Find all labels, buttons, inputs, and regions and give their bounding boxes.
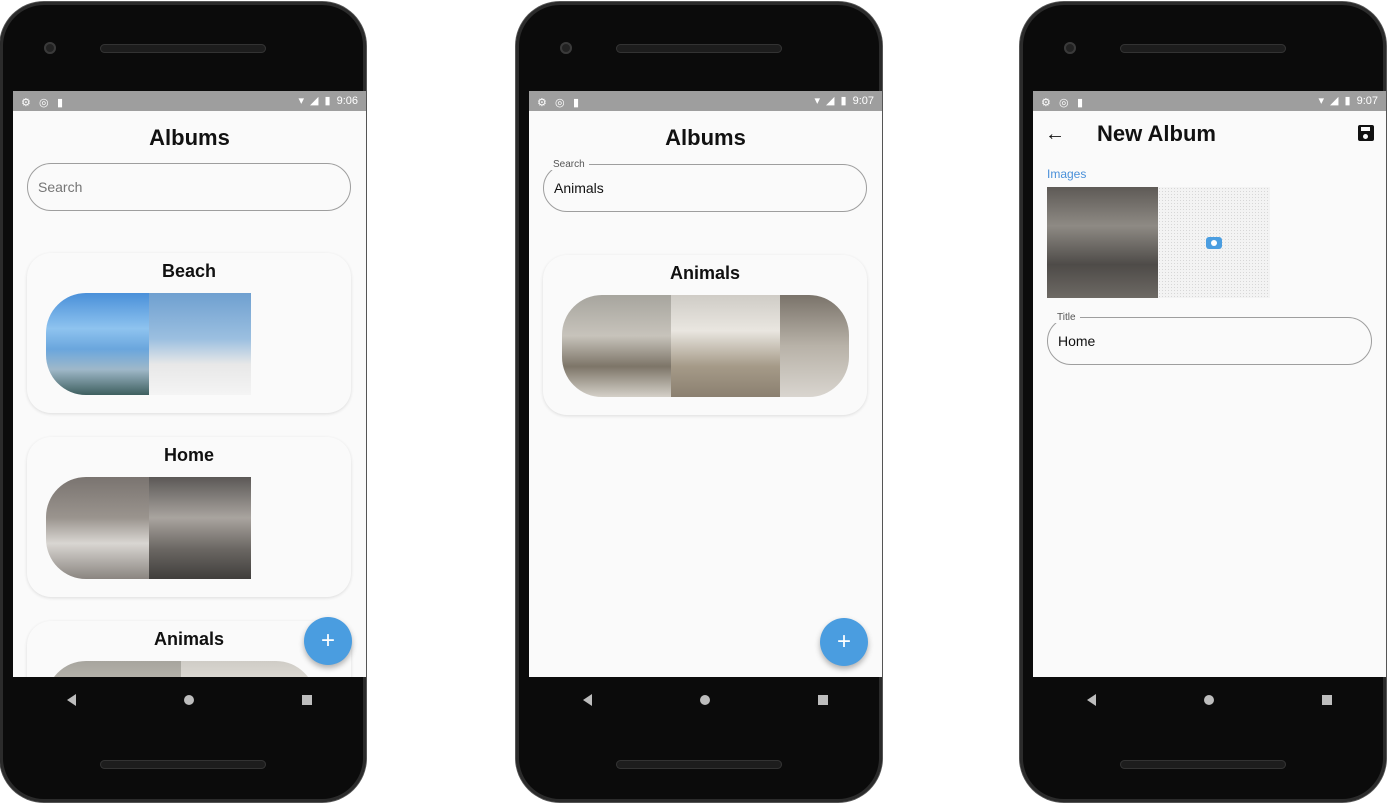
album-card-animals[interactable]: Animals: [543, 255, 867, 415]
phone-frame-3: ⚙ ◎ ▮ ▾ ◢ ▮ 9:07 ← New Album Images Home…: [1020, 2, 1386, 802]
add-album-button[interactable]: +: [304, 617, 352, 665]
bottom-speaker: [1120, 760, 1286, 769]
status-bar: ⚙ ◎ ▮ ▾ ◢ ▮ 9:07: [1033, 91, 1386, 111]
bottom-speaker: [616, 760, 782, 769]
front-camera: [560, 42, 572, 54]
arrow-back-icon[interactable]: ←: [1045, 123, 1065, 146]
album-image: [46, 661, 181, 677]
sd-card-icon: ▮: [57, 97, 64, 109]
front-camera: [44, 42, 56, 54]
nav-back-icon[interactable]: [583, 694, 592, 706]
screen-new-album: ⚙ ◎ ▮ ▾ ◢ ▮ 9:07 ← New Album Images Home…: [1033, 91, 1386, 677]
system-nav-bar: [1033, 677, 1386, 723]
album-image-strip: [562, 295, 849, 397]
add-album-button[interactable]: +: [820, 618, 868, 666]
album-image: [181, 661, 316, 677]
album-image-strip: [46, 293, 251, 395]
settings-icon: ⚙: [537, 97, 547, 109]
page-title: New Album: [1097, 121, 1216, 146]
settings-icon: ⚙: [1041, 97, 1051, 109]
camera-icon: [1206, 236, 1222, 249]
search-input[interactable]: Animals: [543, 164, 867, 212]
sync-icon: ◎: [1059, 97, 1069, 109]
album-image: [671, 295, 781, 397]
album-card-home[interactable]: Home: [27, 437, 351, 597]
system-nav-bar: [13, 677, 366, 723]
nav-recents-icon[interactable]: [302, 695, 312, 705]
app-bar: ← New Album: [1033, 111, 1386, 155]
nav-home-icon[interactable]: [700, 695, 710, 705]
nav-home-icon[interactable]: [184, 695, 194, 705]
album-image-strip: [46, 477, 251, 579]
sd-card-icon: ▮: [573, 97, 580, 109]
screen-albums-search: ⚙ ◎ ▮ ▾ ◢ ▮ 9:07 Albums Animals Search A…: [529, 91, 882, 677]
add-photo-button[interactable]: [1158, 187, 1270, 298]
earpiece-speaker: [1120, 44, 1286, 53]
bottom-speaker: [100, 760, 266, 769]
album-title: Animals: [153, 629, 225, 649]
nav-back-icon[interactable]: [67, 694, 76, 706]
album-image: [780, 295, 849, 397]
front-camera: [1064, 42, 1076, 54]
save-icon[interactable]: [1358, 125, 1374, 141]
page-title: Albums: [149, 125, 230, 150]
album-image: [148, 477, 251, 579]
search-input[interactable]: Search: [27, 163, 351, 211]
search-label: Search: [549, 159, 589, 170]
album-title: Beach: [161, 261, 217, 281]
status-time: 9:07: [852, 94, 874, 107]
nav-recents-icon[interactable]: [818, 695, 828, 705]
album-title: Animals: [669, 263, 741, 283]
nav-recents-icon[interactable]: [1322, 695, 1332, 705]
screen-albums: ⚙ ◎ ▮ ▾ ◢ ▮ 9:06 Albums Search Beach Hom…: [13, 91, 366, 677]
sync-icon: ◎: [555, 97, 565, 109]
nav-home-icon[interactable]: [1204, 695, 1214, 705]
earpiece-speaker: [100, 44, 266, 53]
album-card-animals[interactable]: Animals: [27, 621, 351, 677]
album-image: [148, 293, 251, 395]
wifi-icon: ▾: [1318, 95, 1325, 107]
status-time: 9:06: [336, 94, 358, 107]
system-nav-bar: [529, 677, 882, 723]
album-image[interactable]: [1047, 187, 1158, 298]
album-image: [46, 477, 149, 579]
album-image-strip: [46, 661, 316, 677]
sync-icon: ◎: [39, 97, 49, 109]
signal-icon: ◢: [310, 95, 319, 107]
title-label: Title: [1053, 312, 1080, 323]
battery-icon: ▮: [324, 95, 331, 107]
album-image: [46, 293, 149, 395]
earpiece-speaker: [616, 44, 782, 53]
battery-icon: ▮: [840, 95, 847, 107]
signal-icon: ◢: [1330, 95, 1339, 107]
wifi-icon: ▾: [814, 95, 821, 107]
images-grid: [1047, 187, 1270, 298]
album-card-beach[interactable]: Beach: [27, 253, 351, 413]
status-time: 9:07: [1356, 94, 1378, 107]
status-bar: ⚙ ◎ ▮ ▾ ◢ ▮ 9:07: [529, 91, 882, 111]
images-label: Images: [1047, 167, 1087, 181]
page-title: Albums: [665, 125, 746, 150]
wifi-icon: ▾: [298, 95, 305, 107]
album-image: [562, 295, 672, 397]
settings-icon: ⚙: [21, 97, 31, 109]
album-title: Home: [163, 445, 214, 465]
sd-card-icon: ▮: [1077, 97, 1084, 109]
status-bar: ⚙ ◎ ▮ ▾ ◢ ▮ 9:06: [13, 91, 366, 111]
phone-frame-2: ⚙ ◎ ▮ ▾ ◢ ▮ 9:07 Albums Animals Search A…: [516, 2, 882, 802]
phone-frame-1: ⚙ ◎ ▮ ▾ ◢ ▮ 9:06 Albums Search Beach Hom…: [0, 2, 366, 802]
title-input[interactable]: Home: [1047, 317, 1372, 365]
nav-back-icon[interactable]: [1087, 694, 1096, 706]
battery-icon: ▮: [1344, 95, 1351, 107]
signal-icon: ◢: [826, 95, 835, 107]
